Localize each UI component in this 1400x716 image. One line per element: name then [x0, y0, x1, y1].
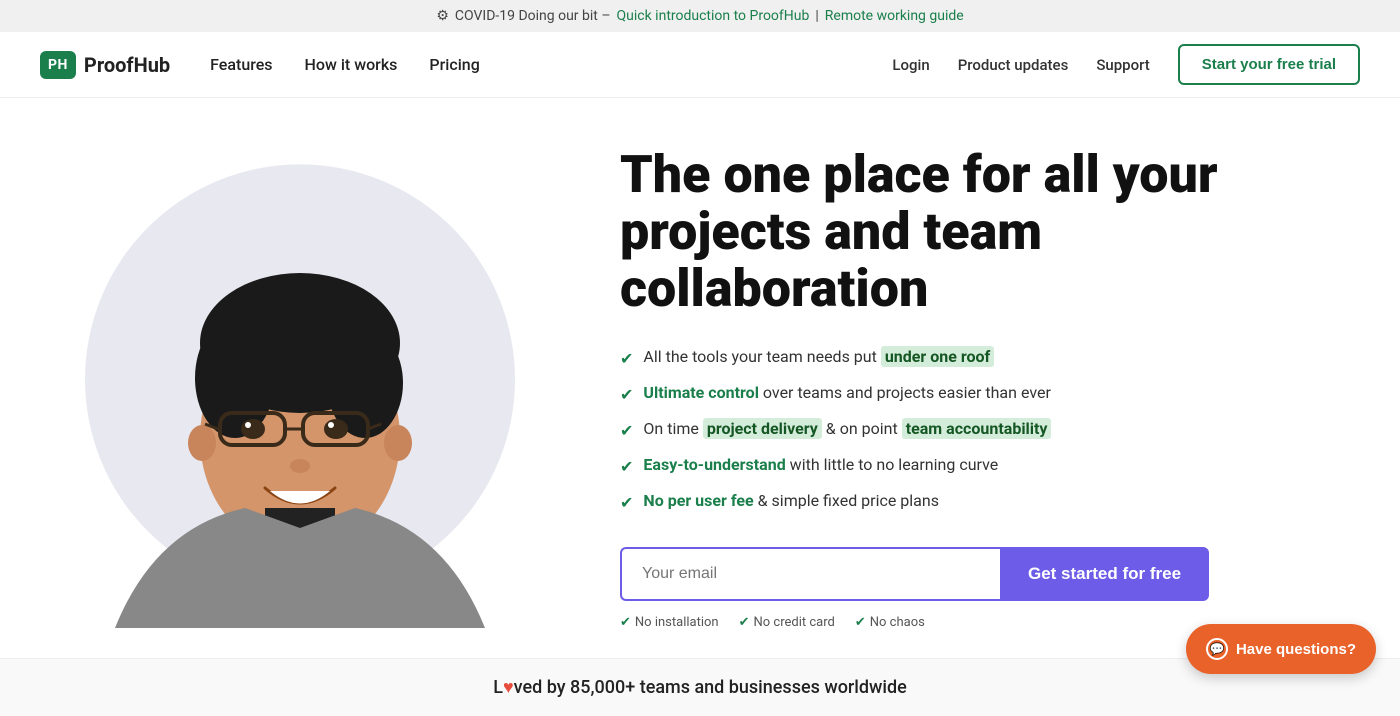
check-icon-5: ✔ [620, 491, 633, 515]
no-hassle-badges: ✔ No installation ✔ No credit card ✔ No … [620, 615, 1260, 630]
check-icon-1: ✔ [620, 347, 633, 371]
feature-item-2: ✔ Ultimate control over teams and projec… [620, 381, 1260, 407]
chat-bubble-icon: 💬 [1206, 638, 1228, 660]
feature-item-5: ✔ No per user fee & simple fixed price p… [620, 489, 1260, 515]
feature-text-3: On time project delivery & on point team… [643, 417, 1051, 441]
tick-icon-1: ✔ [620, 615, 631, 630]
bottom-banner: L♥ved by 85,000+ teams and businesses wo… [0, 658, 1400, 716]
feature-item-3: ✔ On time project delivery & on point te… [620, 417, 1260, 443]
hero-features-list: ✔ All the tools your team needs put unde… [620, 345, 1260, 515]
gear-icon: ⚙ [436, 8, 449, 24]
logo[interactable]: PH ProofHub [40, 51, 170, 79]
feature-item-4: ✔ Easy-to-understand with little to no l… [620, 453, 1260, 479]
feature-text-5: No per user fee & simple fixed price pla… [643, 489, 939, 513]
email-input[interactable] [620, 547, 1000, 601]
nav-product-updates[interactable]: Product updates [958, 56, 1069, 74]
nav-links: Features How it works Pricing [210, 55, 480, 74]
logo-text: ProofHub [84, 53, 170, 77]
top-banner: ⚙ COVID-19 Doing our bit – Quick introdu… [0, 0, 1400, 32]
feature-text-2: Ultimate control over teams and projects… [643, 381, 1050, 405]
feature-item-1: ✔ All the tools your team needs put unde… [620, 345, 1260, 371]
banner-prefix: COVID-19 Doing our bit – [455, 8, 611, 24]
heart-icon: ♥ [503, 677, 514, 698]
bottom-text: L♥ved by 85,000+ teams and businesses wo… [493, 677, 907, 698]
logo-icon: PH [40, 51, 76, 79]
hero-person-illustration [105, 148, 495, 628]
hero-content: The one place for all your projects and … [560, 146, 1260, 631]
banner-link2[interactable]: Remote working guide [825, 8, 964, 24]
no-installation-label: No installation [635, 615, 719, 630]
check-icon-4: ✔ [620, 455, 633, 479]
start-trial-button[interactable]: Start your free trial [1178, 44, 1360, 85]
chat-button[interactable]: 💬 Have questions? [1186, 624, 1376, 674]
tick-icon-2: ✔ [739, 615, 750, 630]
nav-login[interactable]: Login [892, 56, 929, 74]
no-installation-badge: ✔ No installation [620, 615, 719, 630]
nav-features[interactable]: Features [210, 55, 272, 74]
no-chaos-label: No chaos [870, 615, 925, 630]
check-icon-3: ✔ [620, 419, 633, 443]
hero-section: The one place for all your projects and … [0, 98, 1400, 658]
get-started-button[interactable]: Get started for free [1000, 547, 1209, 601]
check-icon-2: ✔ [620, 383, 633, 407]
navbar: PH ProofHub Features How it works Pricin… [0, 32, 1400, 98]
hero-cta: Get started for free [620, 547, 1260, 601]
banner-separator: | [815, 8, 818, 24]
feature-text-1: All the tools your team needs put under … [643, 345, 994, 369]
no-credit-card-badge: ✔ No credit card [739, 615, 835, 630]
chat-label: Have questions? [1236, 641, 1356, 658]
hero-title: The one place for all your projects and … [620, 146, 1260, 318]
nav-right: Login Product updates Support Start your… [892, 44, 1360, 85]
nav-how-it-works[interactable]: How it works [305, 55, 398, 74]
hero-image-container [40, 148, 560, 628]
no-credit-card-label: No credit card [754, 615, 835, 630]
nav-support[interactable]: Support [1096, 56, 1149, 74]
feature-text-4: Easy-to-understand with little to no lea… [643, 453, 998, 477]
bottom-text-before: L [493, 677, 503, 698]
no-chaos-badge: ✔ No chaos [855, 615, 925, 630]
tick-icon-3: ✔ [855, 615, 866, 630]
banner-link1[interactable]: Quick introduction to ProofHub [617, 8, 810, 24]
nav-pricing[interactable]: Pricing [429, 55, 479, 74]
bottom-text-after: ved by 85,000+ teams and businesses worl… [514, 677, 907, 698]
